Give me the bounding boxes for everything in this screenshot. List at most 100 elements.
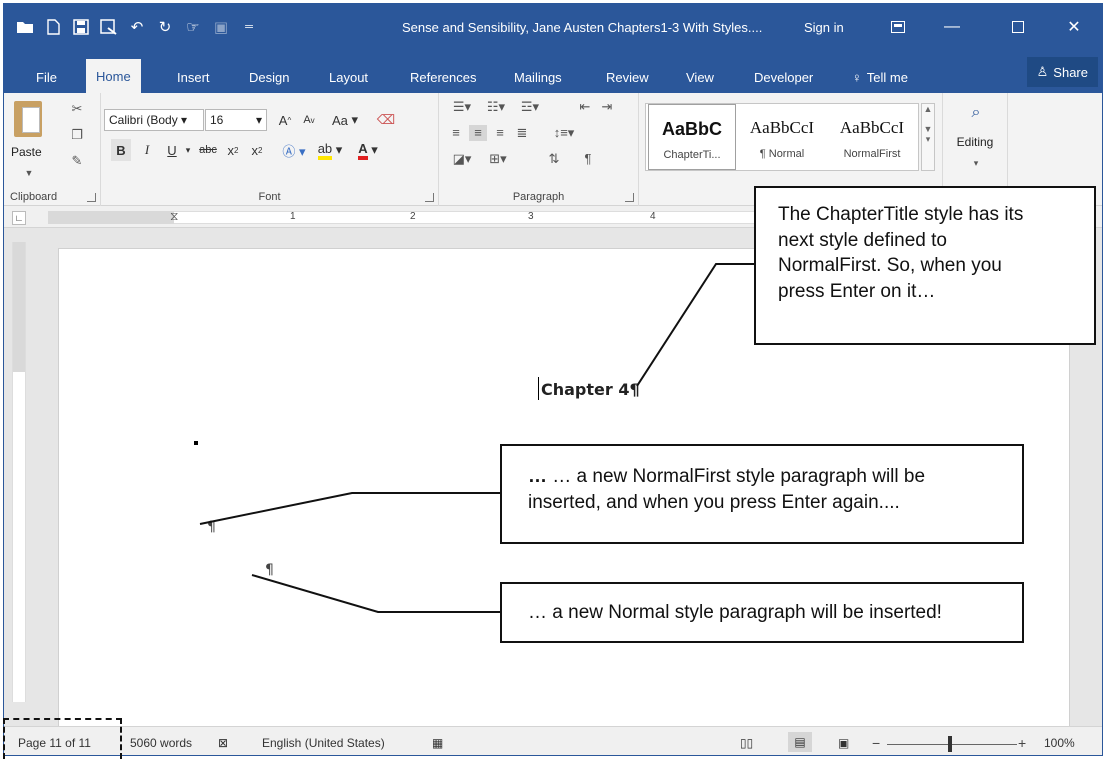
ruler-number: 2 xyxy=(410,211,416,222)
tab-home[interactable]: Home xyxy=(86,59,141,93)
font-launcher-icon[interactable] xyxy=(425,193,434,202)
clipboard-group: Paste ▼ ✂ ❐ ✎ Clipboard xyxy=(4,93,101,206)
subscript-button[interactable]: x2 xyxy=(223,139,243,161)
shading-icon[interactable]: ◪▾ xyxy=(447,151,477,167)
cut-icon[interactable]: ✂ xyxy=(68,101,86,117)
paste-button[interactable]: Paste xyxy=(11,145,42,159)
style-name-label: ChapterTi... xyxy=(663,149,721,161)
borders-icon[interactable]: ⊞▾ xyxy=(483,151,513,167)
paragraph-launcher-icon[interactable] xyxy=(625,193,634,202)
zoom-slider[interactable] xyxy=(887,744,1017,745)
style-name-label: ¶ Normal xyxy=(759,148,805,160)
format-painter-icon[interactable]: ✎ xyxy=(68,153,86,169)
grow-font-icon[interactable]: A ^ xyxy=(275,109,295,131)
tab-developer[interactable]: Developer xyxy=(744,61,823,93)
styles-gallery: AaBbC ChapterTi... AaBbCcI ¶ Normal AaBb… xyxy=(645,103,919,171)
customize-icon[interactable]: ═ xyxy=(238,16,260,38)
font-size-box[interactable]: 16 ▾ xyxy=(205,109,267,131)
clipboard-launcher-icon[interactable] xyxy=(87,193,96,202)
increase-indent-icon[interactable]: ⇥ xyxy=(597,99,617,115)
ruler-number: 4 xyxy=(650,211,656,222)
tab-review[interactable]: Review xyxy=(596,61,659,93)
text-cursor xyxy=(538,377,539,400)
tab-view[interactable]: View xyxy=(676,61,724,93)
paragraph-mark-square xyxy=(194,441,198,445)
italic-button[interactable]: I xyxy=(137,139,157,161)
show-formatting-icon[interactable]: ¶ xyxy=(579,151,597,167)
clear-formatting-icon[interactable]: ⌫ xyxy=(375,109,397,131)
tab-mailings[interactable]: Mailings xyxy=(504,61,572,93)
change-case-button[interactable]: Aa ▾ xyxy=(325,109,365,131)
share-button[interactable]: ♙ Share xyxy=(1026,57,1098,87)
read-mode-icon[interactable]: ▯▯ xyxy=(740,736,753,750)
status-bar: Page 11 of 11 5060 words ⊠ English (Unit… xyxy=(4,726,1102,755)
vertical-ruler-margin xyxy=(13,242,25,372)
print-layout-icon[interactable]: ▤ xyxy=(788,732,812,752)
tab-references[interactable]: References xyxy=(400,61,486,93)
tab-design[interactable]: Design xyxy=(239,61,299,93)
word-count[interactable]: 5060 words xyxy=(130,736,192,750)
save-icon[interactable] xyxy=(70,16,92,38)
tab-layout[interactable]: Layout xyxy=(319,61,378,93)
sign-in-link[interactable]: Sign in xyxy=(804,20,844,35)
close-icon[interactable]: ✕ xyxy=(1054,12,1094,42)
folder-icon[interactable] xyxy=(14,16,36,38)
save-as-icon[interactable] xyxy=(98,16,120,38)
indent-marker-icon[interactable]: ⧖ xyxy=(170,209,178,224)
pilcrow-mark[interactable]: ¶ xyxy=(265,562,274,578)
undo-icon[interactable]: ↶ xyxy=(126,16,148,38)
align-left-icon[interactable]: ≡ xyxy=(447,125,465,141)
align-right-icon[interactable]: ≡ xyxy=(491,125,509,141)
paste-icon[interactable] xyxy=(14,101,42,137)
maximize-icon[interactable] xyxy=(998,12,1038,42)
minimize-icon[interactable]: — xyxy=(932,12,972,42)
callout-line: next style defined to xyxy=(778,229,947,251)
strikethrough-button[interactable]: abc xyxy=(195,139,221,161)
bullets-icon[interactable]: ☰▾ xyxy=(447,99,477,115)
language-status[interactable]: English (United States) xyxy=(262,736,385,750)
tab-insert[interactable]: Insert xyxy=(167,61,220,93)
touch-mode-icon[interactable]: ☞ xyxy=(182,16,204,38)
superscript-button[interactable]: x2 xyxy=(247,139,267,161)
multilevel-list-icon[interactable]: ☲▾ xyxy=(515,99,545,115)
tab-selector-icon[interactable]: ∟ xyxy=(12,211,26,225)
clipboard-label: Clipboard xyxy=(10,191,58,203)
font-color-icon[interactable]: A ▾ xyxy=(353,139,383,161)
font-name-box[interactable]: Calibri (Body ▾ xyxy=(104,109,204,131)
web-layout-icon[interactable]: ▣ xyxy=(838,736,849,750)
zoom-level[interactable]: 100% xyxy=(1044,736,1075,750)
copy-icon[interactable]: ❐ xyxy=(68,127,86,143)
zoom-in-icon[interactable]: + xyxy=(1018,735,1026,751)
chapter-heading[interactable]: Chapter 4¶ xyxy=(541,380,640,399)
zoom-slider-thumb[interactable] xyxy=(948,736,952,752)
line-spacing-icon[interactable]: ↕≡▾ xyxy=(549,125,579,141)
paste-dropdown-icon[interactable]: ▼ xyxy=(20,165,38,181)
justify-icon[interactable]: ≣ xyxy=(513,125,531,141)
numbering-icon[interactable]: ☷▾ xyxy=(481,99,511,115)
tell-me-box[interactable]: ♀ Tell me xyxy=(842,61,918,93)
underline-dropdown-icon[interactable]: ▾ xyxy=(183,139,193,161)
proofing-icon[interactable]: ⊠ xyxy=(218,736,228,750)
tab-file[interactable]: File xyxy=(26,61,67,93)
bold-button[interactable]: B xyxy=(111,139,131,161)
highlight-icon[interactable]: ab ▾ xyxy=(313,139,347,161)
style-chaptertitle[interactable]: AaBbC ChapterTi... xyxy=(648,104,736,170)
sort-icon[interactable]: ⇅ xyxy=(545,151,563,167)
ribbon-display-options-icon[interactable] xyxy=(878,12,918,42)
shrink-font-icon[interactable]: Av xyxy=(299,109,319,131)
macro-recording-icon[interactable]: ▦ xyxy=(432,736,443,750)
zoom-out-icon[interactable]: − xyxy=(872,735,880,751)
style-name-label: NormalFirst xyxy=(843,148,901,160)
align-center-icon[interactable]: ≡ xyxy=(469,125,487,141)
callout-line: … a new Normal style paragraph will be i… xyxy=(528,602,942,623)
touch-mode-dropdown-icon[interactable]: ▣ xyxy=(210,16,232,38)
styles-scroll[interactable]: ▲ ▼ ▾ xyxy=(921,103,935,171)
style-normalfirst[interactable]: AaBbCcI NormalFirst xyxy=(828,104,916,170)
redo-icon[interactable]: ↻ xyxy=(154,16,176,38)
style-normal[interactable]: AaBbCcI ¶ Normal xyxy=(738,104,826,170)
pilcrow-mark[interactable]: ¶ xyxy=(207,519,216,535)
new-doc-icon[interactable] xyxy=(42,16,64,38)
underline-button[interactable]: U xyxy=(161,139,183,161)
text-effects-icon[interactable]: Ⓐ ▾ xyxy=(279,139,309,161)
decrease-indent-icon[interactable]: ⇤ xyxy=(575,99,595,115)
